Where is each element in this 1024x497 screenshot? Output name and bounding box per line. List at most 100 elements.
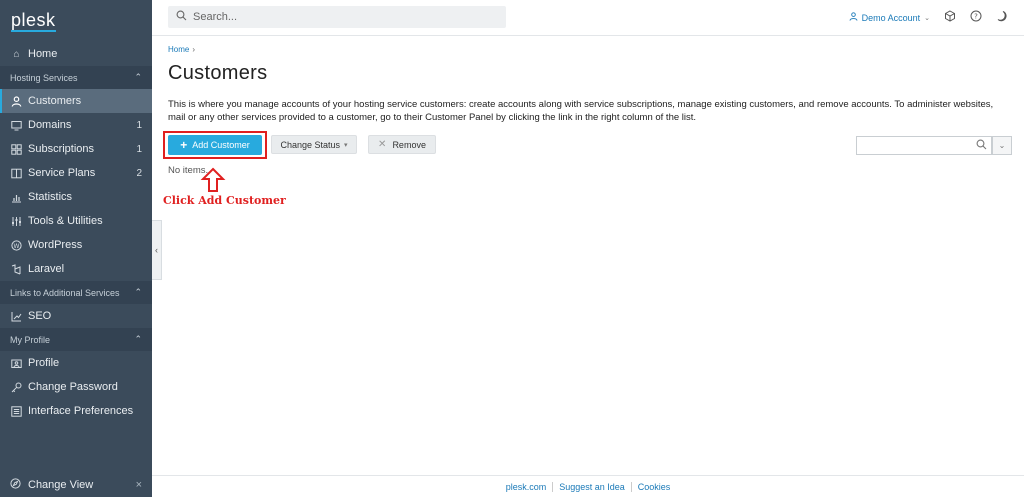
chevron-up-icon: ⌃ xyxy=(134,287,142,297)
sidebar-item-label: Service Plans xyxy=(28,167,96,179)
search-options-dropdown[interactable]: ⌄ xyxy=(992,136,1012,155)
grid-icon xyxy=(10,143,23,156)
sidebar-item-label: SEO xyxy=(28,310,52,322)
chevron-left-icon: ‹ xyxy=(155,245,158,255)
sidebar: plesk ⌂ Home Hosting Services ⌃ Customer… xyxy=(0,0,152,497)
trend-chart-icon xyxy=(10,310,23,323)
account-name: Demo Account xyxy=(861,12,921,23)
change-view-button[interactable]: Change View × xyxy=(0,473,152,497)
nav-group-label: Hosting Services xyxy=(10,72,78,83)
empty-list-message: No items. xyxy=(168,165,209,176)
nav-group-links-additional-services[interactable]: Links to Additional Services ⌃ xyxy=(0,281,152,304)
chevron-down-icon: ⌄ xyxy=(924,14,930,22)
sidebar-item-statistics[interactable]: Statistics xyxy=(0,185,152,209)
sidebar-item-label: Home xyxy=(28,48,58,60)
remove-button[interactable]: ✕ Remove xyxy=(368,135,436,154)
compass-icon xyxy=(10,478,23,492)
close-icon[interactable]: × xyxy=(136,479,142,491)
user-icon xyxy=(10,95,23,108)
page-description: This is where you manage accounts of you… xyxy=(168,99,994,123)
list-toolbar: + Add Customer Change Status ▾ ✕ Remove … xyxy=(163,131,1014,159)
remove-label: Remove xyxy=(392,139,426,150)
account-menu[interactable]: Demo Account ⌄ xyxy=(849,12,930,23)
remove-icon: ✕ xyxy=(378,139,387,150)
sidebar-item-label: Domains xyxy=(28,119,72,131)
add-customer-label: Add Customer xyxy=(192,140,250,150)
bar-chart-icon xyxy=(10,191,23,204)
sidebar-item-label: WordPress xyxy=(28,239,83,251)
sidebar-collapse-toggle[interactable]: ‹ xyxy=(152,220,162,280)
svg-text:?: ? xyxy=(974,13,978,21)
sidebar-item-profile[interactable]: Profile xyxy=(0,351,152,375)
home-icon: ⌂ xyxy=(13,48,20,60)
nav-group-label: Links to Additional Services xyxy=(10,287,120,298)
plus-icon: + xyxy=(180,138,188,152)
sidebar-item-domains[interactable]: Domains 1 xyxy=(0,113,152,137)
moon-icon[interactable] xyxy=(996,10,1008,25)
change-status-label: Change Status xyxy=(280,139,341,150)
breadcrumb-separator: › xyxy=(192,45,196,54)
plesk-logo[interactable]: plesk xyxy=(0,0,152,42)
nav-group-label: My Profile xyxy=(10,334,51,345)
monitor-icon xyxy=(10,119,23,132)
footer: plesk.com Suggest an Idea Cookies xyxy=(152,475,1024,497)
svg-text:W: W xyxy=(14,243,20,250)
search-icon xyxy=(176,10,187,24)
chevron-up-icon: ⌃ xyxy=(134,334,142,344)
sliders-icon xyxy=(10,215,23,228)
sidebar-item-home[interactable]: ⌂ Home xyxy=(0,42,152,66)
search-input[interactable]: Search... xyxy=(168,6,506,28)
topbar-actions: Demo Account ⌄ ? xyxy=(849,10,1008,25)
sidebar-item-laravel[interactable]: Laravel xyxy=(0,257,152,281)
footer-link-suggest-idea[interactable]: Suggest an Idea xyxy=(552,481,631,492)
sidebar-item-label: Statistics xyxy=(28,191,73,203)
sidebar-item-customers[interactable]: Customers xyxy=(0,89,152,113)
main-content: Home › Customers This is where you manage… xyxy=(163,36,1014,207)
sidebar-item-label: Customers xyxy=(28,95,82,107)
wordpress-icon: W xyxy=(10,239,23,252)
count-badge: 2 xyxy=(136,167,142,179)
footer-link-cookies[interactable]: Cookies xyxy=(630,481,677,492)
nav-group-hosting-services[interactable]: Hosting Services ⌃ xyxy=(0,66,152,89)
nav-group-my-profile[interactable]: My Profile ⌃ xyxy=(0,328,152,351)
list-search-input[interactable] xyxy=(856,136,992,155)
breadcrumb-home[interactable]: Home xyxy=(168,45,189,54)
sidebar-item-wordpress[interactable]: W WordPress xyxy=(0,233,152,257)
chevron-up-icon: ⌃ xyxy=(134,72,142,82)
chevron-down-icon: ⌄ xyxy=(998,141,1006,150)
count-badge: 1 xyxy=(136,143,142,155)
sidebar-item-label: Tools & Utilities xyxy=(28,215,103,227)
annotation-arrow-up xyxy=(200,167,226,192)
annotation-label: Click Add Customer xyxy=(163,194,286,207)
search-icon xyxy=(976,139,987,153)
key-icon xyxy=(10,381,23,394)
sidebar-item-label: Interface Preferences xyxy=(28,405,134,417)
sidebar-item-service-plans[interactable]: Service Plans 2 xyxy=(0,161,152,185)
sidebar-item-label: Subscriptions xyxy=(28,143,95,155)
sidebar-item-change-password[interactable]: Change Password xyxy=(0,375,152,399)
user-icon xyxy=(849,12,858,23)
sidebar-item-subscriptions[interactable]: Subscriptions 1 xyxy=(0,137,152,161)
add-customer-button[interactable]: + Add Customer xyxy=(168,135,262,155)
sidebar-item-interface-preferences[interactable]: Interface Preferences xyxy=(0,399,152,423)
search-placeholder: Search... xyxy=(193,11,238,23)
caret-down-icon: ▾ xyxy=(344,141,348,149)
extensions-icon[interactable] xyxy=(944,10,956,25)
change-status-button[interactable]: Change Status ▾ xyxy=(271,135,357,154)
laravel-icon xyxy=(10,263,23,276)
change-view-label: Change View xyxy=(28,479,94,491)
sidebar-item-label: Profile xyxy=(28,357,60,369)
page-title: Customers xyxy=(168,62,268,84)
list-settings-icon xyxy=(10,405,23,418)
book-icon xyxy=(10,167,23,180)
breadcrumb: Home › xyxy=(168,45,1014,54)
sidebar-item-label: Change Password xyxy=(28,381,118,393)
sidebar-item-label: Laravel xyxy=(28,263,65,275)
sidebar-item-tools-utilities[interactable]: Tools & Utilities xyxy=(0,209,152,233)
count-badge: 1 xyxy=(136,119,142,131)
topbar: Search... Demo Account ⌄ ? xyxy=(152,0,1024,36)
help-icon[interactable]: ? xyxy=(970,10,982,25)
profile-card-icon xyxy=(10,357,23,370)
sidebar-item-seo[interactable]: SEO xyxy=(0,304,152,328)
footer-link-plesk[interactable]: plesk.com xyxy=(500,482,553,492)
